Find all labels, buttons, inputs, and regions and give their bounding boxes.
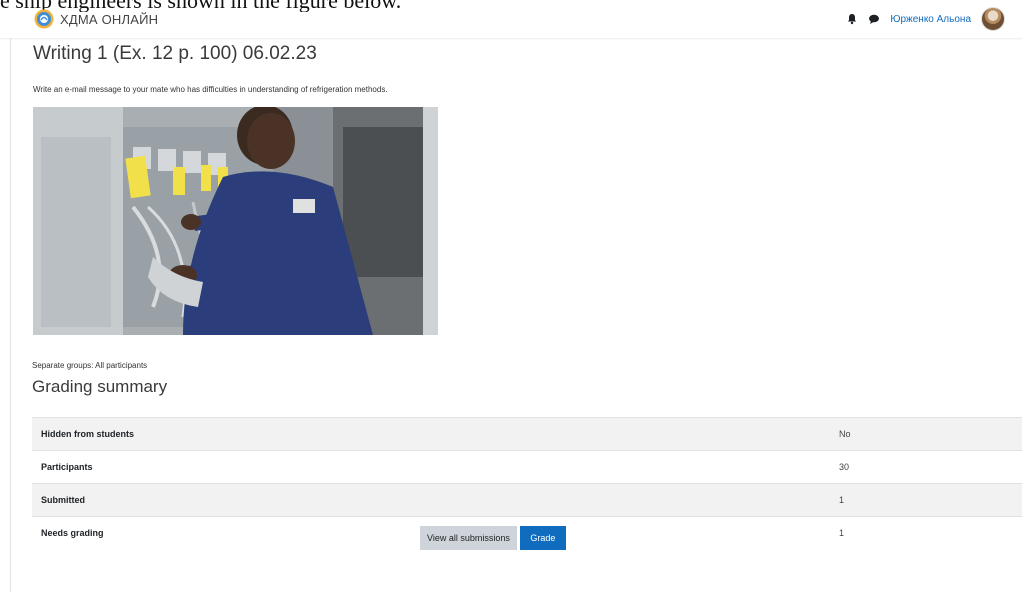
main-content: Writing 1 (Ex. 12 p. 100) 06.02.23 Write… bbox=[32, 43, 1023, 538]
site-name: ХДМА ОНЛАЙН bbox=[60, 11, 159, 27]
site-brand[interactable]: ХДМА ОНЛАЙН bbox=[34, 9, 158, 29]
grading-actions: View all submissions Grade bbox=[420, 526, 566, 550]
table-row: Hidden from students No bbox=[32, 417, 1022, 451]
row-label: Submitted bbox=[41, 495, 85, 505]
avatar[interactable] bbox=[981, 7, 1005, 31]
row-value: 1 bbox=[839, 495, 845, 505]
view-all-submissions-button[interactable]: View all submissions bbox=[420, 526, 517, 550]
row-label: Hidden from students bbox=[41, 429, 135, 439]
site-logo-icon bbox=[34, 9, 54, 29]
user-menu-area: Юрженко Альона bbox=[846, 7, 1005, 31]
row-value: 1 bbox=[839, 528, 845, 539]
bell-icon[interactable] bbox=[846, 13, 858, 25]
chat-bubble-icon[interactable] bbox=[868, 13, 880, 25]
top-navbar: ХДМА ОНЛАЙН Юрженко Альона bbox=[0, 0, 1023, 38]
drawer-divider bbox=[10, 38, 11, 592]
assignment-intro: Write an e-mail message to your mate who… bbox=[33, 85, 388, 94]
assignment-photo bbox=[33, 107, 438, 335]
grading-summary-title: Grading summary bbox=[32, 377, 168, 396]
table-row: Submitted 1 bbox=[32, 483, 1022, 517]
user-name-link[interactable]: Юрженко Альона bbox=[890, 14, 971, 25]
row-label: Participants bbox=[41, 462, 93, 472]
table-row: Participants 30 bbox=[32, 450, 1022, 484]
groups-selector[interactable]: Separate groups: All participants bbox=[32, 361, 147, 370]
grade-button[interactable]: Grade bbox=[519, 526, 566, 550]
page-title: Writing 1 (Ex. 12 p. 100) 06.02.23 bbox=[33, 43, 317, 64]
row-value: No bbox=[839, 429, 851, 439]
row-value: 30 bbox=[839, 462, 850, 472]
